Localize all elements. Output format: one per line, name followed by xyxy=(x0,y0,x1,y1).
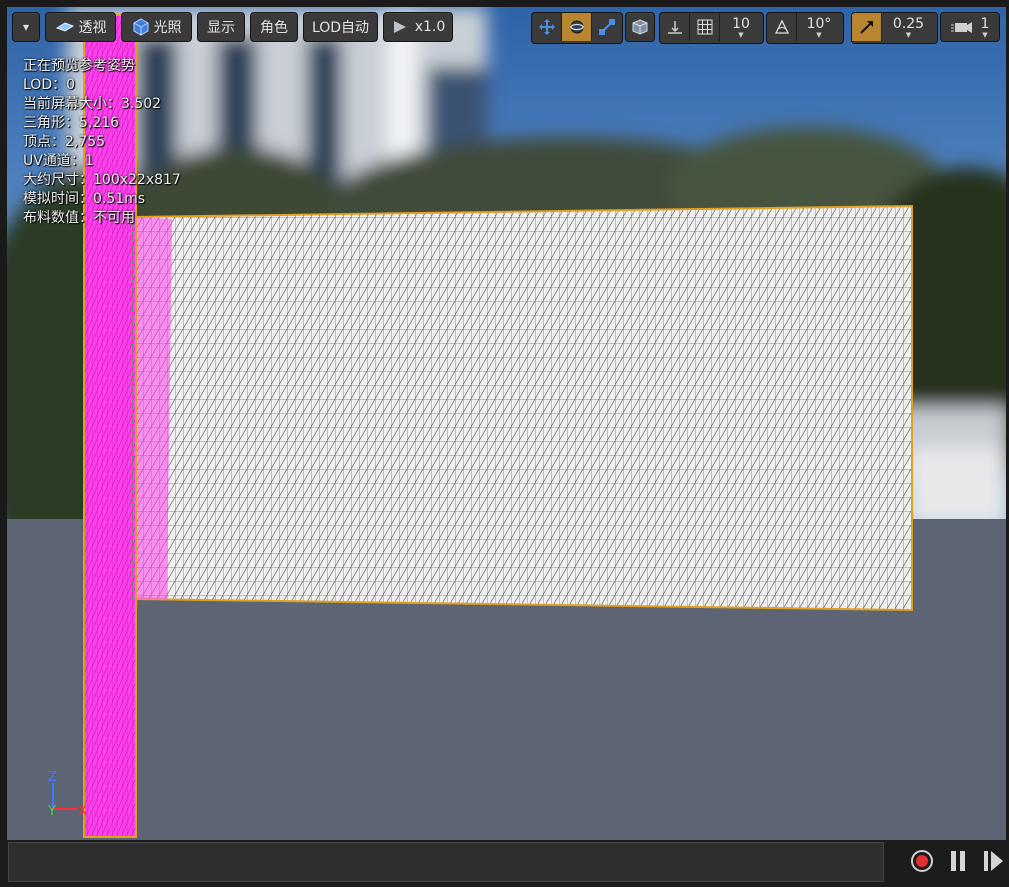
lod-button[interactable]: LOD自动 xyxy=(303,12,378,42)
rotation-snap-value-dropdown[interactable]: 10° ▼ xyxy=(797,13,841,41)
scale-button[interactable] xyxy=(592,13,622,41)
world-local-button[interactable] xyxy=(625,12,655,42)
show-label: 显示 xyxy=(207,20,235,36)
lighting-icon xyxy=(133,18,148,36)
axis-x-label: X xyxy=(78,804,87,819)
rotation-snap-group: 10° ▼ xyxy=(766,12,844,44)
surface-snap-button[interactable] xyxy=(660,13,690,41)
scale-snap-group: 0.25 ▼ xyxy=(851,12,938,44)
grid-snap-toggle[interactable] xyxy=(690,13,720,41)
camera-speed-button[interactable]: 1 ▼ xyxy=(940,12,1000,42)
world-local-icon xyxy=(632,19,648,35)
perspective-icon xyxy=(55,22,74,32)
scale-snap-icon xyxy=(859,21,873,34)
scale-snap-value-dropdown[interactable]: 0.25 ▼ xyxy=(882,13,935,41)
grid-snap-icon xyxy=(697,19,712,35)
rotation-snap-toggle[interactable] xyxy=(767,13,797,41)
viewport-stats-overlay: 正在预览参考姿势 LOD：0 当前屏幕大小：3.502 三角形：5,216 顶点… xyxy=(23,57,181,228)
preview-viewport[interactable]: 正在预览参考姿势 LOD：0 当前屏幕大小：3.502 三角形：5,216 顶点… xyxy=(7,7,1006,840)
grid-snap-group: 10 ▼ xyxy=(659,12,764,44)
scale-icon xyxy=(599,19,615,35)
chevron-down-icon: ▼ xyxy=(816,31,822,39)
menu-caret-icon: ▾ xyxy=(22,20,30,34)
translate-button[interactable] xyxy=(532,13,562,41)
rotation-snap-value: 10° xyxy=(806,16,832,32)
play-speed-label: x1.0 xyxy=(414,19,446,35)
lighting-button[interactable]: 光照 xyxy=(121,12,192,42)
play-speed-button[interactable]: x1.0 xyxy=(383,12,453,42)
rotation-snap-icon xyxy=(774,19,789,34)
step-forward-button[interactable] xyxy=(980,848,1006,874)
chevron-down-icon: ▼ xyxy=(738,31,744,39)
record-button[interactable] xyxy=(909,848,935,874)
preview-mode-text: 正在预览参考姿势 xyxy=(23,58,135,74)
grid-snap-value-dropdown[interactable]: 10 ▼ xyxy=(720,13,762,41)
sim-time-text: 模拟时间：0.51ms xyxy=(23,191,146,207)
cloth-value-text: 布料数值：不可用 xyxy=(23,210,135,226)
timeline-track[interactable] xyxy=(8,842,884,882)
camera-speed-value: 1 xyxy=(980,16,990,32)
transform-mode-group xyxy=(531,12,623,44)
scale-snap-toggle[interactable] xyxy=(852,13,882,41)
triangles-text: 三角形：5,216 xyxy=(23,115,120,131)
uv-channels-text: UV通道：1 xyxy=(23,153,94,169)
step-forward-icon xyxy=(984,851,1003,871)
cloth-fixed-vertices xyxy=(135,217,172,599)
perspective-label: 透视 xyxy=(78,20,107,36)
axis-gizmo: Z Y X xyxy=(47,770,87,819)
lighting-label: 光照 xyxy=(153,20,182,36)
approx-size-text: 大约尺寸：100x22x817 xyxy=(23,172,181,188)
axis-z-label: Z xyxy=(48,770,57,785)
screen-size-text: 当前屏幕大小：3.502 xyxy=(23,96,162,112)
character-label: 角色 xyxy=(260,20,288,36)
lod-label: LOD自动 xyxy=(311,20,370,36)
cloth-mesh[interactable] xyxy=(134,204,913,612)
rotate-button[interactable] xyxy=(562,13,592,41)
grid-snap-value: 10 xyxy=(732,16,750,32)
record-icon xyxy=(911,850,933,872)
character-button[interactable]: 角色 xyxy=(250,12,298,42)
lod-text: LOD：0 xyxy=(23,77,76,93)
pause-icon xyxy=(951,851,965,871)
playback-bar xyxy=(0,840,1009,887)
play-speed-icon xyxy=(393,21,406,33)
chevron-down-icon: ▼ xyxy=(982,31,988,39)
pause-button[interactable] xyxy=(945,848,971,874)
scale-snap-value: 0.25 xyxy=(892,16,925,32)
viewport-options-button[interactable]: ▾ xyxy=(12,12,40,42)
surface-snap-icon xyxy=(667,21,682,34)
rotate-icon xyxy=(569,20,584,34)
axis-y-label: Y xyxy=(47,804,56,819)
chevron-down-icon: ▼ xyxy=(905,31,912,39)
translate-icon xyxy=(538,19,555,35)
perspective-button[interactable]: 透视 xyxy=(45,12,116,42)
show-button[interactable]: 显示 xyxy=(197,12,245,42)
camera-speed-icon xyxy=(950,22,972,33)
vertices-text: 顶点：2,755 xyxy=(23,134,106,150)
